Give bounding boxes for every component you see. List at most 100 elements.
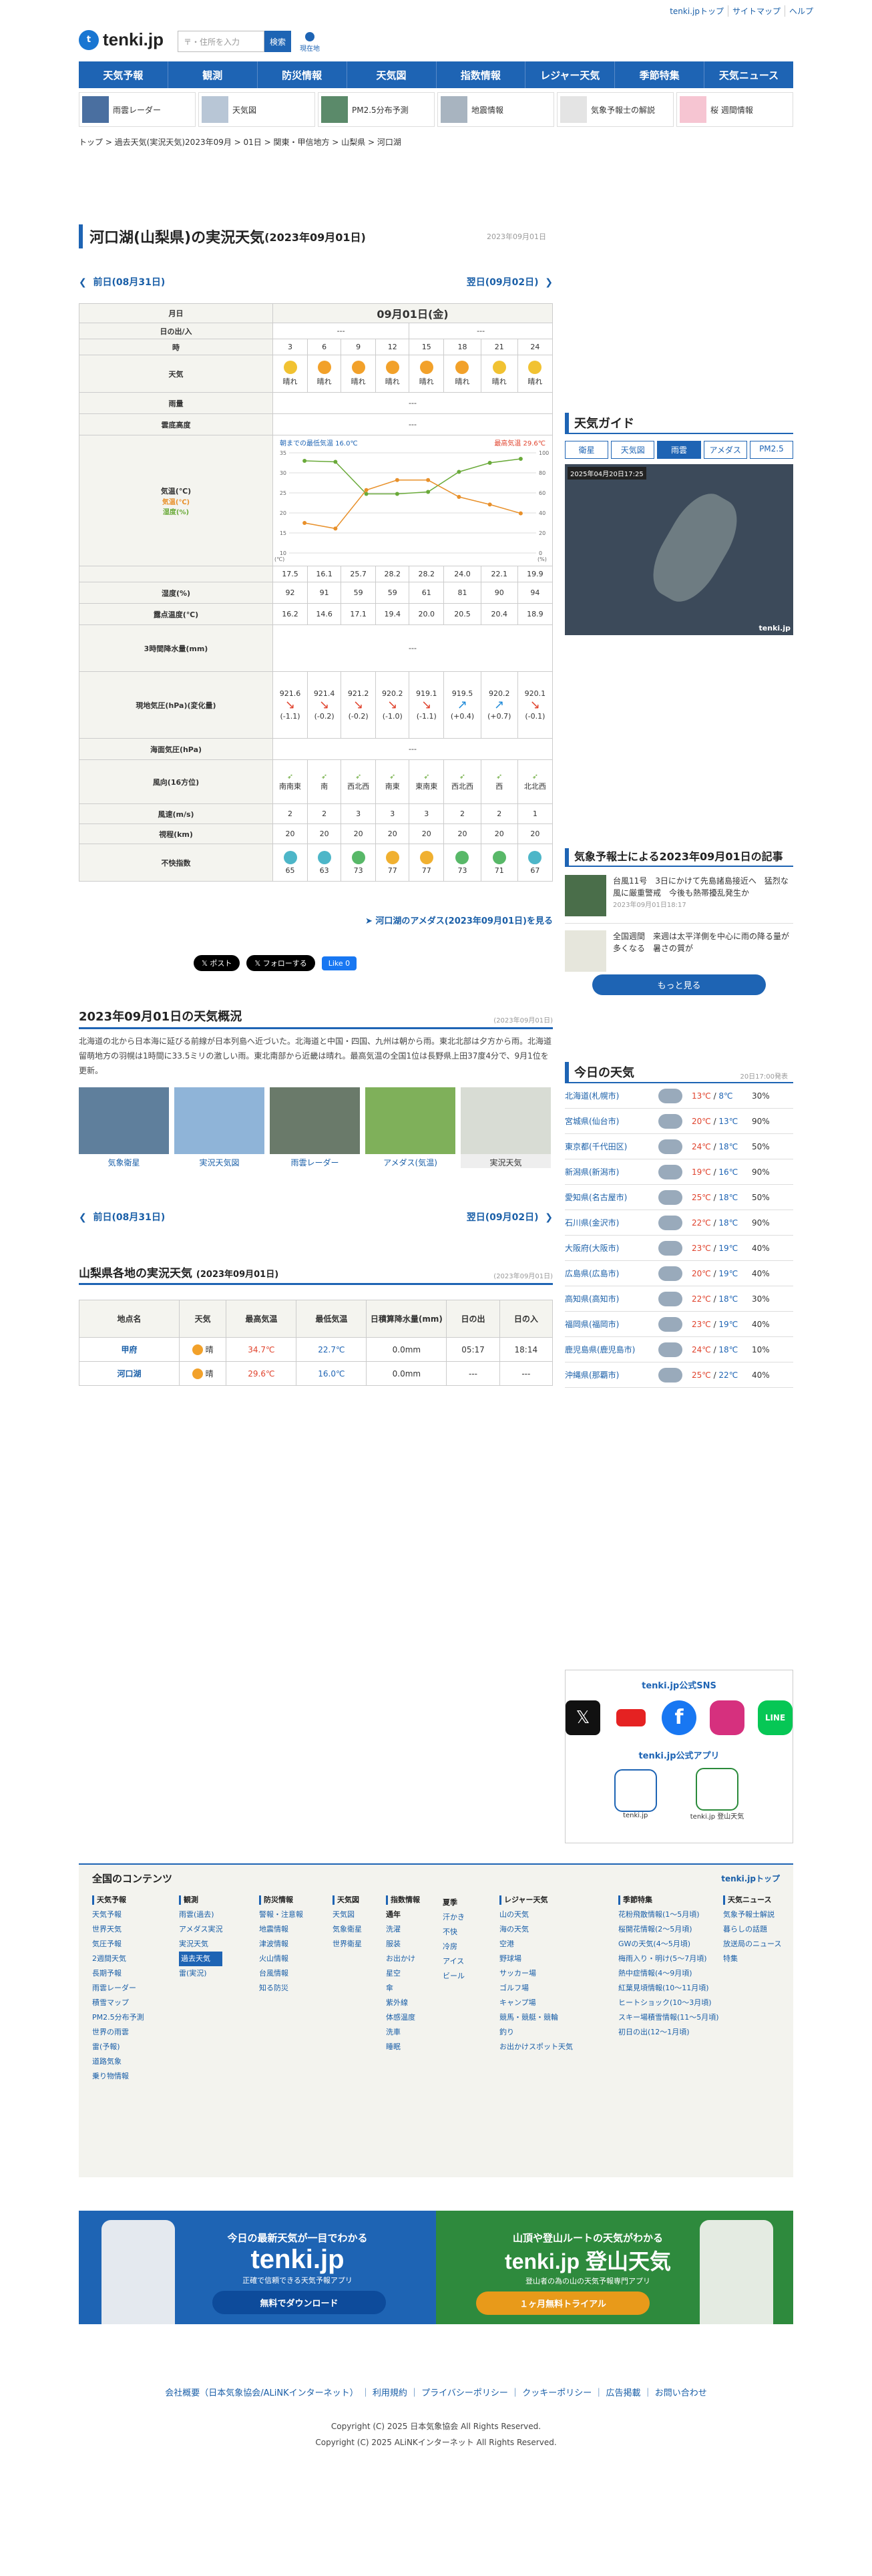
footer-link[interactable]: アメダス実況 bbox=[179, 1922, 222, 1937]
search-input[interactable]: 〒・住所を入力 bbox=[178, 31, 264, 52]
footer-link[interactable]: 雨雲レーダー bbox=[92, 1981, 144, 1996]
tab-radar[interactable]: 雨雲 bbox=[657, 441, 701, 459]
tab-chart[interactable]: 天気図 bbox=[611, 441, 655, 459]
city-row[interactable]: 東京都(千代田区) 24℃ / 18℃ 50% bbox=[565, 1134, 793, 1159]
footer-top-link[interactable]: tenki.jpトップ bbox=[721, 1873, 780, 1884]
article-item[interactable]: 全国週間 来週は太平洋側を中心に雨の降る量が多くなる 暑さの質が bbox=[565, 930, 793, 972]
footer-link[interactable]: 世界天気 bbox=[92, 1922, 144, 1937]
city-row[interactable]: 沖縄県(那覇市) 25℃ / 22℃ 40% bbox=[565, 1362, 793, 1388]
footer-link[interactable]: ゴルフ場 bbox=[499, 1981, 573, 1996]
subnav-radar[interactable]: 雨雲レーダー bbox=[79, 92, 196, 127]
tenki-app-link[interactable]: tenki.jp bbox=[614, 1769, 657, 1819]
subnav-earthquake[interactable]: 地震情報 bbox=[437, 92, 554, 127]
footer-link[interactable]: 実況天気 bbox=[179, 1937, 222, 1952]
tab-amedas[interactable]: アメダス bbox=[703, 441, 747, 459]
nav-forecast[interactable]: 天気予報 bbox=[79, 61, 168, 88]
footer-link[interactable]: 梅雨入り・明け(5〜7月頃) bbox=[618, 1952, 719, 1966]
footer-link[interactable]: 雨雲(過去) bbox=[179, 1907, 222, 1922]
footer-link[interactable]: 世界の雨雲 bbox=[92, 2025, 144, 2040]
footer-link[interactable]: 洗車 bbox=[386, 2025, 420, 2040]
link-cookie[interactable]: クッキーポリシー bbox=[522, 2388, 592, 2398]
article-item[interactable]: 台風11号 3日にかけて先島諸島接近へ 猛烈な風に厳重警戒 今後も熱帯擾乱発生か… bbox=[565, 875, 793, 924]
footer-link[interactable]: ビール bbox=[443, 1969, 465, 1984]
footer-link[interactable]: 紅葉見頃情報(10〜11月頃) bbox=[618, 1981, 719, 1996]
footer-link[interactable]: 警報・注意報 bbox=[259, 1907, 303, 1922]
city-row[interactable]: 高知県(高知市) 22℃ / 18℃ 30% bbox=[565, 1286, 793, 1312]
link-privacy[interactable]: プライバシーポリシー bbox=[421, 2388, 508, 2398]
pref-station-link[interactable]: 甲府 bbox=[79, 1337, 180, 1362]
footer-link[interactable]: 放送局のニュース bbox=[723, 1937, 781, 1952]
city-row[interactable]: 北海道(札幌市) 13℃ / 8℃ 30% bbox=[565, 1083, 793, 1109]
footer-link[interactable]: 洗濯 bbox=[386, 1922, 420, 1937]
nav-season[interactable]: 季節特集 bbox=[615, 61, 705, 88]
top-link-sitemap[interactable]: サイトマップ bbox=[727, 5, 785, 17]
subnav-chart[interactable]: 天気図 bbox=[198, 92, 315, 127]
footer-link[interactable]: 睡眠 bbox=[386, 2040, 420, 2054]
prev-day-link[interactable]: ❮ 前日(08月31日) bbox=[79, 275, 165, 289]
footer-link[interactable]: アイス bbox=[443, 1954, 465, 1969]
x-icon[interactable]: 𝕏 bbox=[566, 1700, 600, 1735]
footer-link[interactable]: 熱中症情報(4〜9月頃) bbox=[618, 1966, 719, 1981]
city-row[interactable]: 鹿児島県(鹿児島市) 24℃ / 18℃ 10% bbox=[565, 1337, 793, 1362]
nav-bousai[interactable]: 防災情報 bbox=[258, 61, 347, 88]
city-row[interactable]: 宮城県(仙台市) 20℃ / 13℃ 90% bbox=[565, 1109, 793, 1134]
banner-trial-button[interactable]: １ヶ月無料トライアル bbox=[476, 2291, 650, 2315]
breadcrumb[interactable]: トップ > 過去天気(実況天気)2023年09月 > 01日 > 関東・甲信地方… bbox=[79, 136, 401, 148]
city-row[interactable]: 愛知県(名古屋市) 25℃ / 18℃ 50% bbox=[565, 1185, 793, 1210]
link-contact[interactable]: お問い合わせ bbox=[655, 2388, 707, 2398]
more-articles-button[interactable]: もっと見る bbox=[592, 974, 766, 995]
radar-map[interactable]: 2025年04月20日17:25 tenki.jp bbox=[565, 464, 793, 635]
city-row[interactable]: 新潟県(新潟市) 19℃ / 16℃ 90% bbox=[565, 1159, 793, 1185]
footer-link[interactable]: 雷(実況) bbox=[179, 1966, 222, 1981]
thumb-radar[interactable]: 雨雲レーダー bbox=[270, 1087, 360, 1168]
link-ads[interactable]: 広告掲載 bbox=[606, 2388, 640, 2398]
footer-link[interactable]: 紫外線 bbox=[386, 1996, 420, 2010]
footer-link[interactable]: 体感温度 bbox=[386, 2010, 420, 2025]
thumb-satellite[interactable]: 気象衛星 bbox=[79, 1087, 169, 1168]
footer-link[interactable]: 気象予報士解説 bbox=[723, 1907, 781, 1922]
footer-link[interactable]: 暮らしの話題 bbox=[723, 1922, 781, 1937]
nav-news[interactable]: 天気ニュース bbox=[704, 61, 793, 88]
footer-link[interactable]: 世界衛星 bbox=[333, 1937, 362, 1952]
tab-satellite[interactable]: 衛星 bbox=[565, 441, 609, 459]
city-row[interactable]: 石川県(金沢市) 22℃ / 18℃ 90% bbox=[565, 1210, 793, 1236]
footer-link[interactable]: 道路気象 bbox=[92, 2054, 144, 2069]
footer-link[interactable]: サッカー場 bbox=[499, 1966, 573, 1981]
top-link-home[interactable]: tenki.jpトップ bbox=[666, 5, 728, 17]
nav-leisure[interactable]: レジャー天気 bbox=[525, 61, 616, 88]
search-button[interactable]: 検索 bbox=[264, 31, 291, 52]
footer-link[interactable]: 乗り物情報 bbox=[92, 2069, 144, 2084]
footer-link[interactable]: 知る防災 bbox=[259, 1981, 303, 1996]
subnav-sakura[interactable]: 桜 週間情報 bbox=[676, 92, 793, 127]
amedas-link[interactable]: ➤ 河口湖のアメダス(2023年09月01日)を見る bbox=[79, 914, 553, 926]
footer-link[interactable]: 過去天気 bbox=[179, 1952, 223, 1966]
footer-link[interactable]: ヒートショック(10〜3月頃) bbox=[618, 1996, 719, 2010]
footer-link[interactable]: 野球場 bbox=[499, 1952, 573, 1966]
next-day-link-bottom[interactable]: 翌日(09月02日) ❯ bbox=[467, 1210, 553, 1224]
footer-link[interactable]: 2週間天気 bbox=[92, 1952, 144, 1966]
city-row[interactable]: 福岡県(福岡市) 23℃ / 19℃ 40% bbox=[565, 1312, 793, 1337]
footer-link[interactable]: 台風情報 bbox=[259, 1966, 303, 1981]
fb-like-button[interactable]: Like 0 bbox=[321, 956, 357, 970]
footer-link[interactable]: 冷房 bbox=[443, 1940, 465, 1954]
footer-link[interactable]: 地震情報 bbox=[259, 1922, 303, 1937]
subnav-pm25[interactable]: PM2.5分布予測 bbox=[318, 92, 435, 127]
footer-link[interactable]: お出かけ bbox=[386, 1952, 420, 1966]
footer-link[interactable]: お出かけスポット天気 bbox=[499, 2040, 573, 2054]
footer-link[interactable]: 桜開花情報(2〜5月頃) bbox=[618, 1922, 719, 1937]
tozan-app-link[interactable]: tenki.jp 登山天気 bbox=[690, 1768, 744, 1821]
tozan-app-banner[interactable]: 山頂や登山ルートの天気がわかる tenki.jp 登山天気 登山者の為の山の天気… bbox=[436, 2211, 793, 2324]
x-post-button[interactable]: 𝕏 ポスト bbox=[194, 955, 240, 971]
nav-observation[interactable]: 観測 bbox=[168, 61, 258, 88]
footer-link[interactable]: PM2.5分布予測 bbox=[92, 2010, 144, 2025]
youtube-icon[interactable] bbox=[614, 1700, 648, 1735]
footer-link[interactable]: 傘 bbox=[386, 1981, 420, 1996]
top-link-help[interactable]: ヘルプ bbox=[784, 5, 817, 17]
thumb-amedas[interactable]: アメダス(気温) bbox=[365, 1087, 455, 1168]
line-icon[interactable]: LINE bbox=[758, 1700, 793, 1735]
city-row[interactable]: 大阪府(大阪市) 23℃ / 19℃ 40% bbox=[565, 1236, 793, 1261]
footer-link[interactable]: 天気予報 bbox=[92, 1907, 144, 1922]
footer-link[interactable]: 天気図 bbox=[333, 1907, 362, 1922]
footer-link[interactable]: 雷(予報) bbox=[92, 2040, 144, 2054]
footer-link[interactable]: 花粉飛散情報(1〜5月頃) bbox=[618, 1907, 719, 1922]
